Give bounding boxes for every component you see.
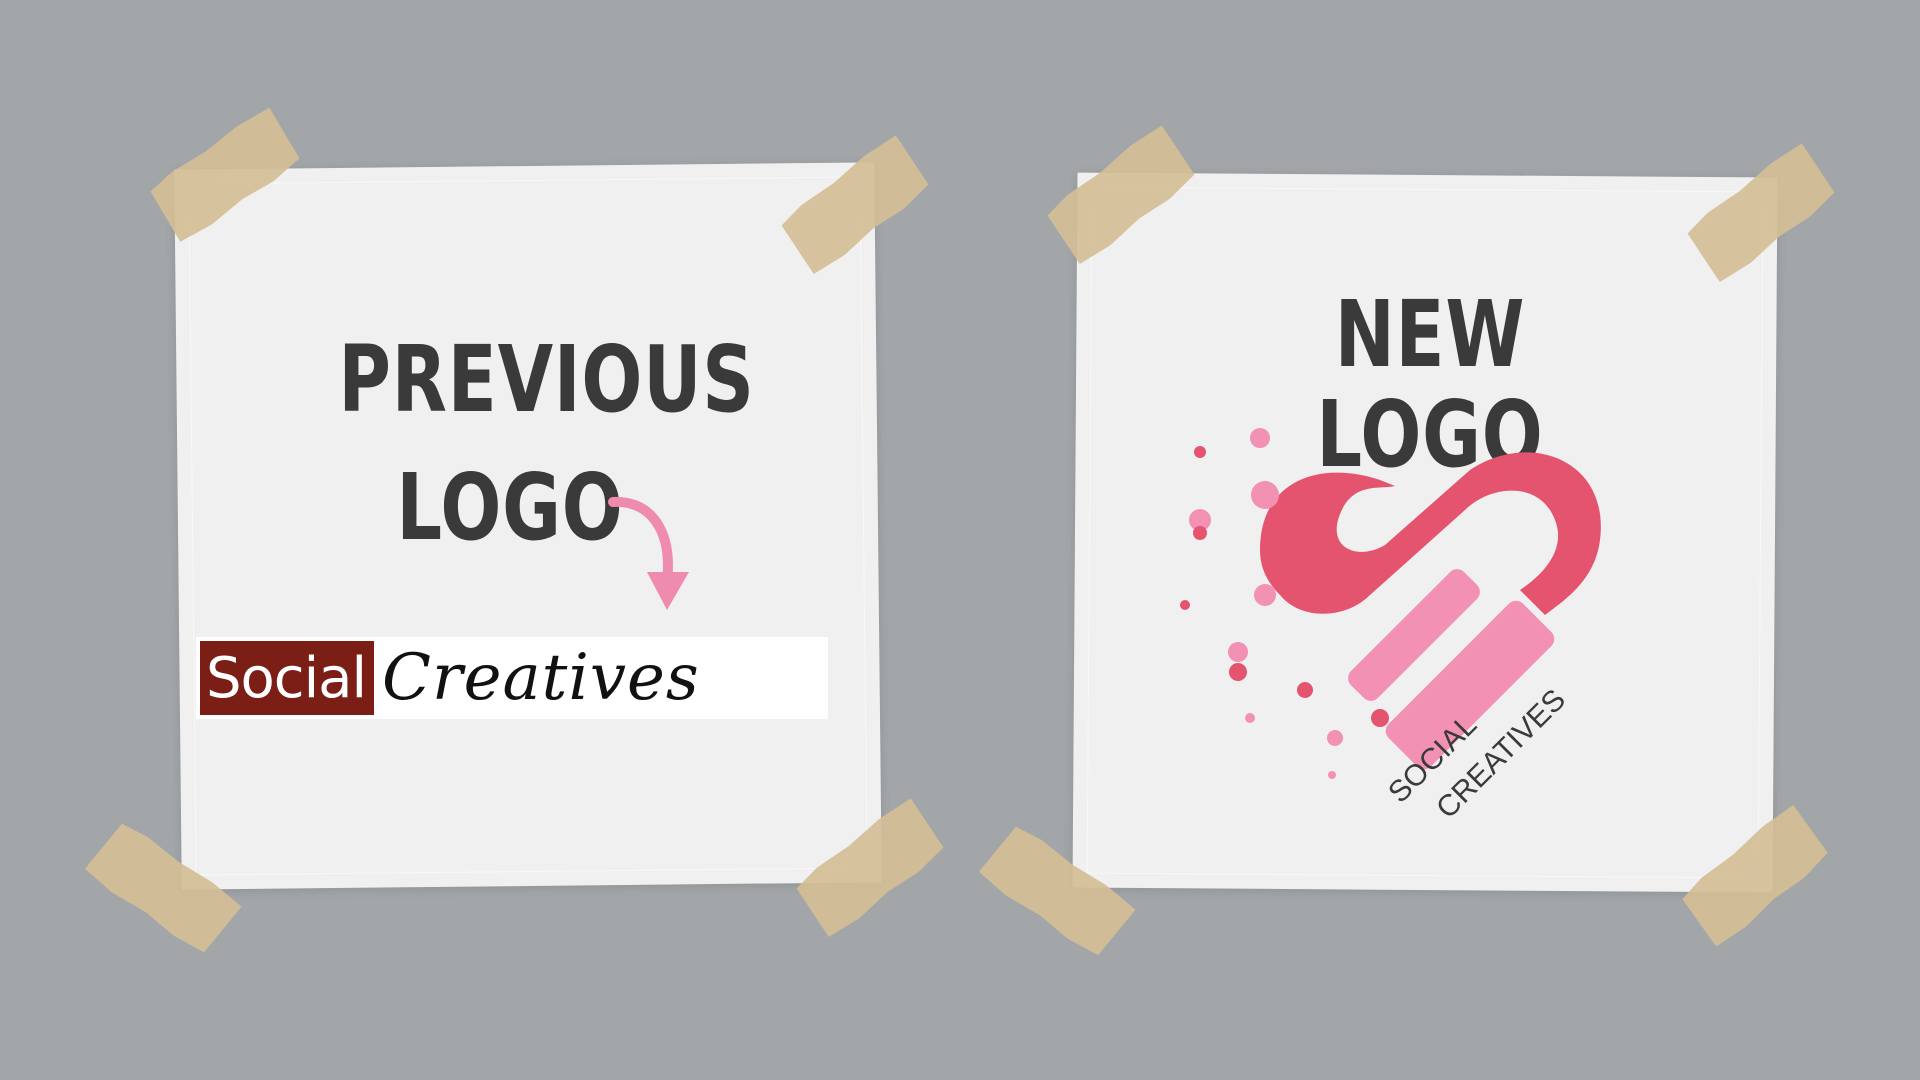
previous-logo-creatives-word: Creatives bbox=[382, 641, 700, 715]
curved-arrow-icon bbox=[608, 496, 689, 610]
collage-canvas: PREVIOUS LOGO Social Creatives NEW LOGO bbox=[0, 0, 1920, 1080]
new-logo-mark: SOCIAL CREATIVES bbox=[1180, 428, 1601, 820]
previous-logo: Social Creatives bbox=[196, 637, 828, 719]
previous-logo-social-word: Social bbox=[200, 641, 375, 715]
previous-heading-line1: PREVIOUS bbox=[338, 326, 755, 433]
